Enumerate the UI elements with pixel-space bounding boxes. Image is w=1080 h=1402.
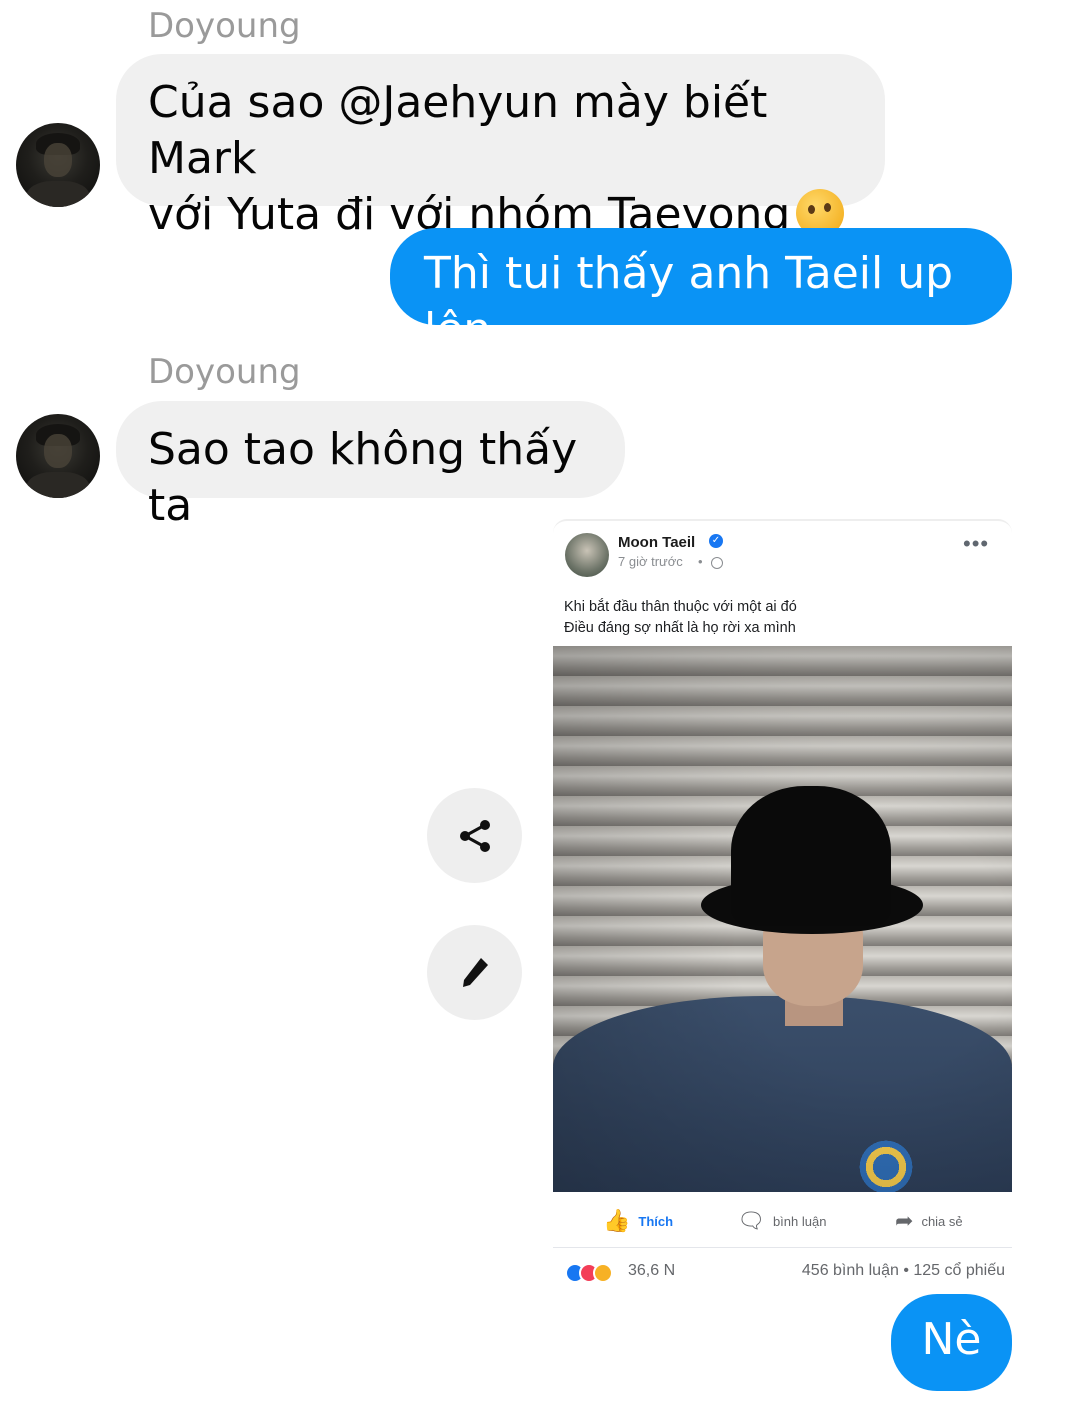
speech-bubble-icon: 🗨: [737, 1208, 765, 1233]
outgoing-message-bubble[interactable]: Thì tui thấy anh Taeil up lên: [390, 228, 1012, 355]
message-text: Nè: [921, 1314, 982, 1365]
shared-post-card[interactable]: Moon Taeil ✓ 7 giờ trước • ••• Khi bắt đ…: [553, 519, 1012, 1293]
message-text: Thì tui thấy anh Taeil up lên: [424, 248, 954, 355]
post-author-avatar: [565, 533, 609, 577]
comment-button: 🗨 bình luận: [737, 1209, 826, 1233]
incoming-message-bubble[interactable]: Sao tao không thấy ta: [116, 401, 625, 531]
post-stats: 36,6 N 456 bình luận • 125 cổ phiếu: [565, 1262, 1005, 1284]
avatar[interactable]: [16, 123, 100, 207]
post-caption: Khi bắt đầu thân thuộc với một ai đó Điề…: [564, 597, 797, 639]
share-label: chia sẻ: [921, 1213, 963, 1229]
share-icon: [459, 819, 490, 852]
reactions-count: 36,6 N: [628, 1262, 676, 1279]
verified-badge-icon: ✓: [709, 534, 723, 548]
divider: [553, 1247, 1012, 1248]
caption-line: Khi bắt đầu thân thuộc với một ai đó: [564, 599, 797, 615]
avatar[interactable]: [16, 414, 100, 498]
post-photo: [553, 646, 1012, 1192]
sad-reaction-icon: [593, 1263, 613, 1283]
message-text: Sao tao không thấy ta: [148, 424, 578, 531]
message-text-line1: Của sao @Jaehyun mày biết Mark: [148, 77, 768, 184]
post-author-name: Moon Taeil: [618, 534, 696, 551]
like-button: 👍 Thích: [603, 1209, 673, 1233]
meta-separator: •: [698, 554, 703, 569]
sender-name: Doyoung: [148, 352, 301, 392]
share-post-button: ➦ chia sẻ: [895, 1209, 963, 1233]
globe-icon: [711, 557, 723, 569]
share-arrow-icon: ➦: [895, 1208, 914, 1233]
share-button[interactable]: [427, 788, 522, 883]
outgoing-message-bubble[interactable]: Nè: [891, 1294, 1012, 1391]
edit-button[interactable]: [427, 925, 522, 1020]
thumbs-up-icon: 👍: [603, 1208, 631, 1233]
pencil-icon: [462, 957, 488, 987]
sender-name: Doyoung: [148, 6, 301, 46]
incoming-message-bubble[interactable]: Của sao @Jaehyun mày biết Mark với Yuta …: [116, 54, 885, 240]
reaction-icons: [565, 1262, 625, 1284]
more-options-icon: •••: [963, 531, 990, 556]
comments-shares-count: 456 bình luận • 125 cổ phiếu: [801, 1262, 1005, 1279]
comment-label: bình luận: [772, 1213, 827, 1229]
caption-line: Điều đáng sợ nhất là họ rời xa mình: [564, 620, 796, 636]
post-actions: 👍 Thích 🗨 bình luận ➦ chia sẻ: [553, 1209, 1012, 1245]
post-time: 7 giờ trước: [618, 554, 683, 569]
like-label: Thích: [638, 1213, 674, 1229]
